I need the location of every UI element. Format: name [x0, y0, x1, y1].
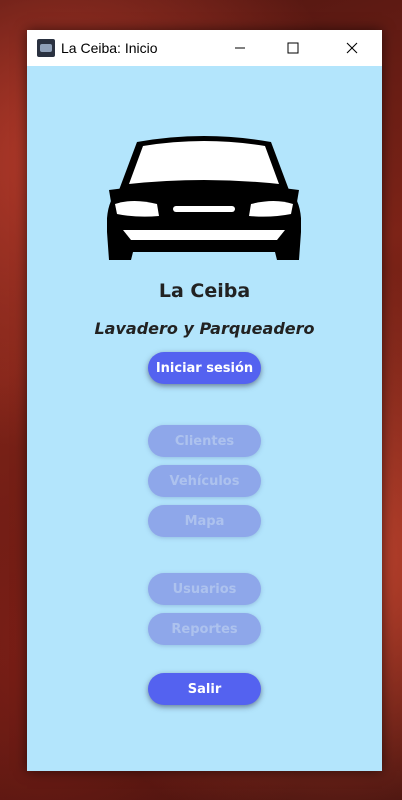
clients-button: Clientes	[148, 425, 261, 457]
map-button: Mapa	[148, 505, 261, 537]
window-title: La Ceiba: Inicio	[61, 40, 158, 56]
app-tagline: Lavadero y Parqueadero	[94, 319, 315, 338]
minimize-button[interactable]	[217, 30, 263, 66]
title-bar: La Ceiba: Inicio	[27, 30, 382, 66]
login-button[interactable]: Iniciar sesión	[148, 352, 261, 384]
maximize-button[interactable]	[270, 30, 316, 66]
close-icon	[346, 42, 358, 54]
car-front-icon	[107, 136, 301, 260]
app-name: La Ceiba	[158, 280, 251, 302]
close-button[interactable]	[329, 30, 375, 66]
vehicles-button: Vehículos	[148, 465, 261, 497]
exit-button[interactable]: Salir	[148, 673, 261, 705]
minimize-icon	[235, 47, 245, 49]
users-button: Usuarios	[148, 573, 261, 605]
maximize-icon	[287, 42, 299, 54]
app-icon	[37, 39, 55, 57]
reports-button: Reportes	[148, 613, 261, 645]
app-window: La Ceiba: Inicio La Ceiba Lavadero y Par…	[27, 30, 382, 771]
